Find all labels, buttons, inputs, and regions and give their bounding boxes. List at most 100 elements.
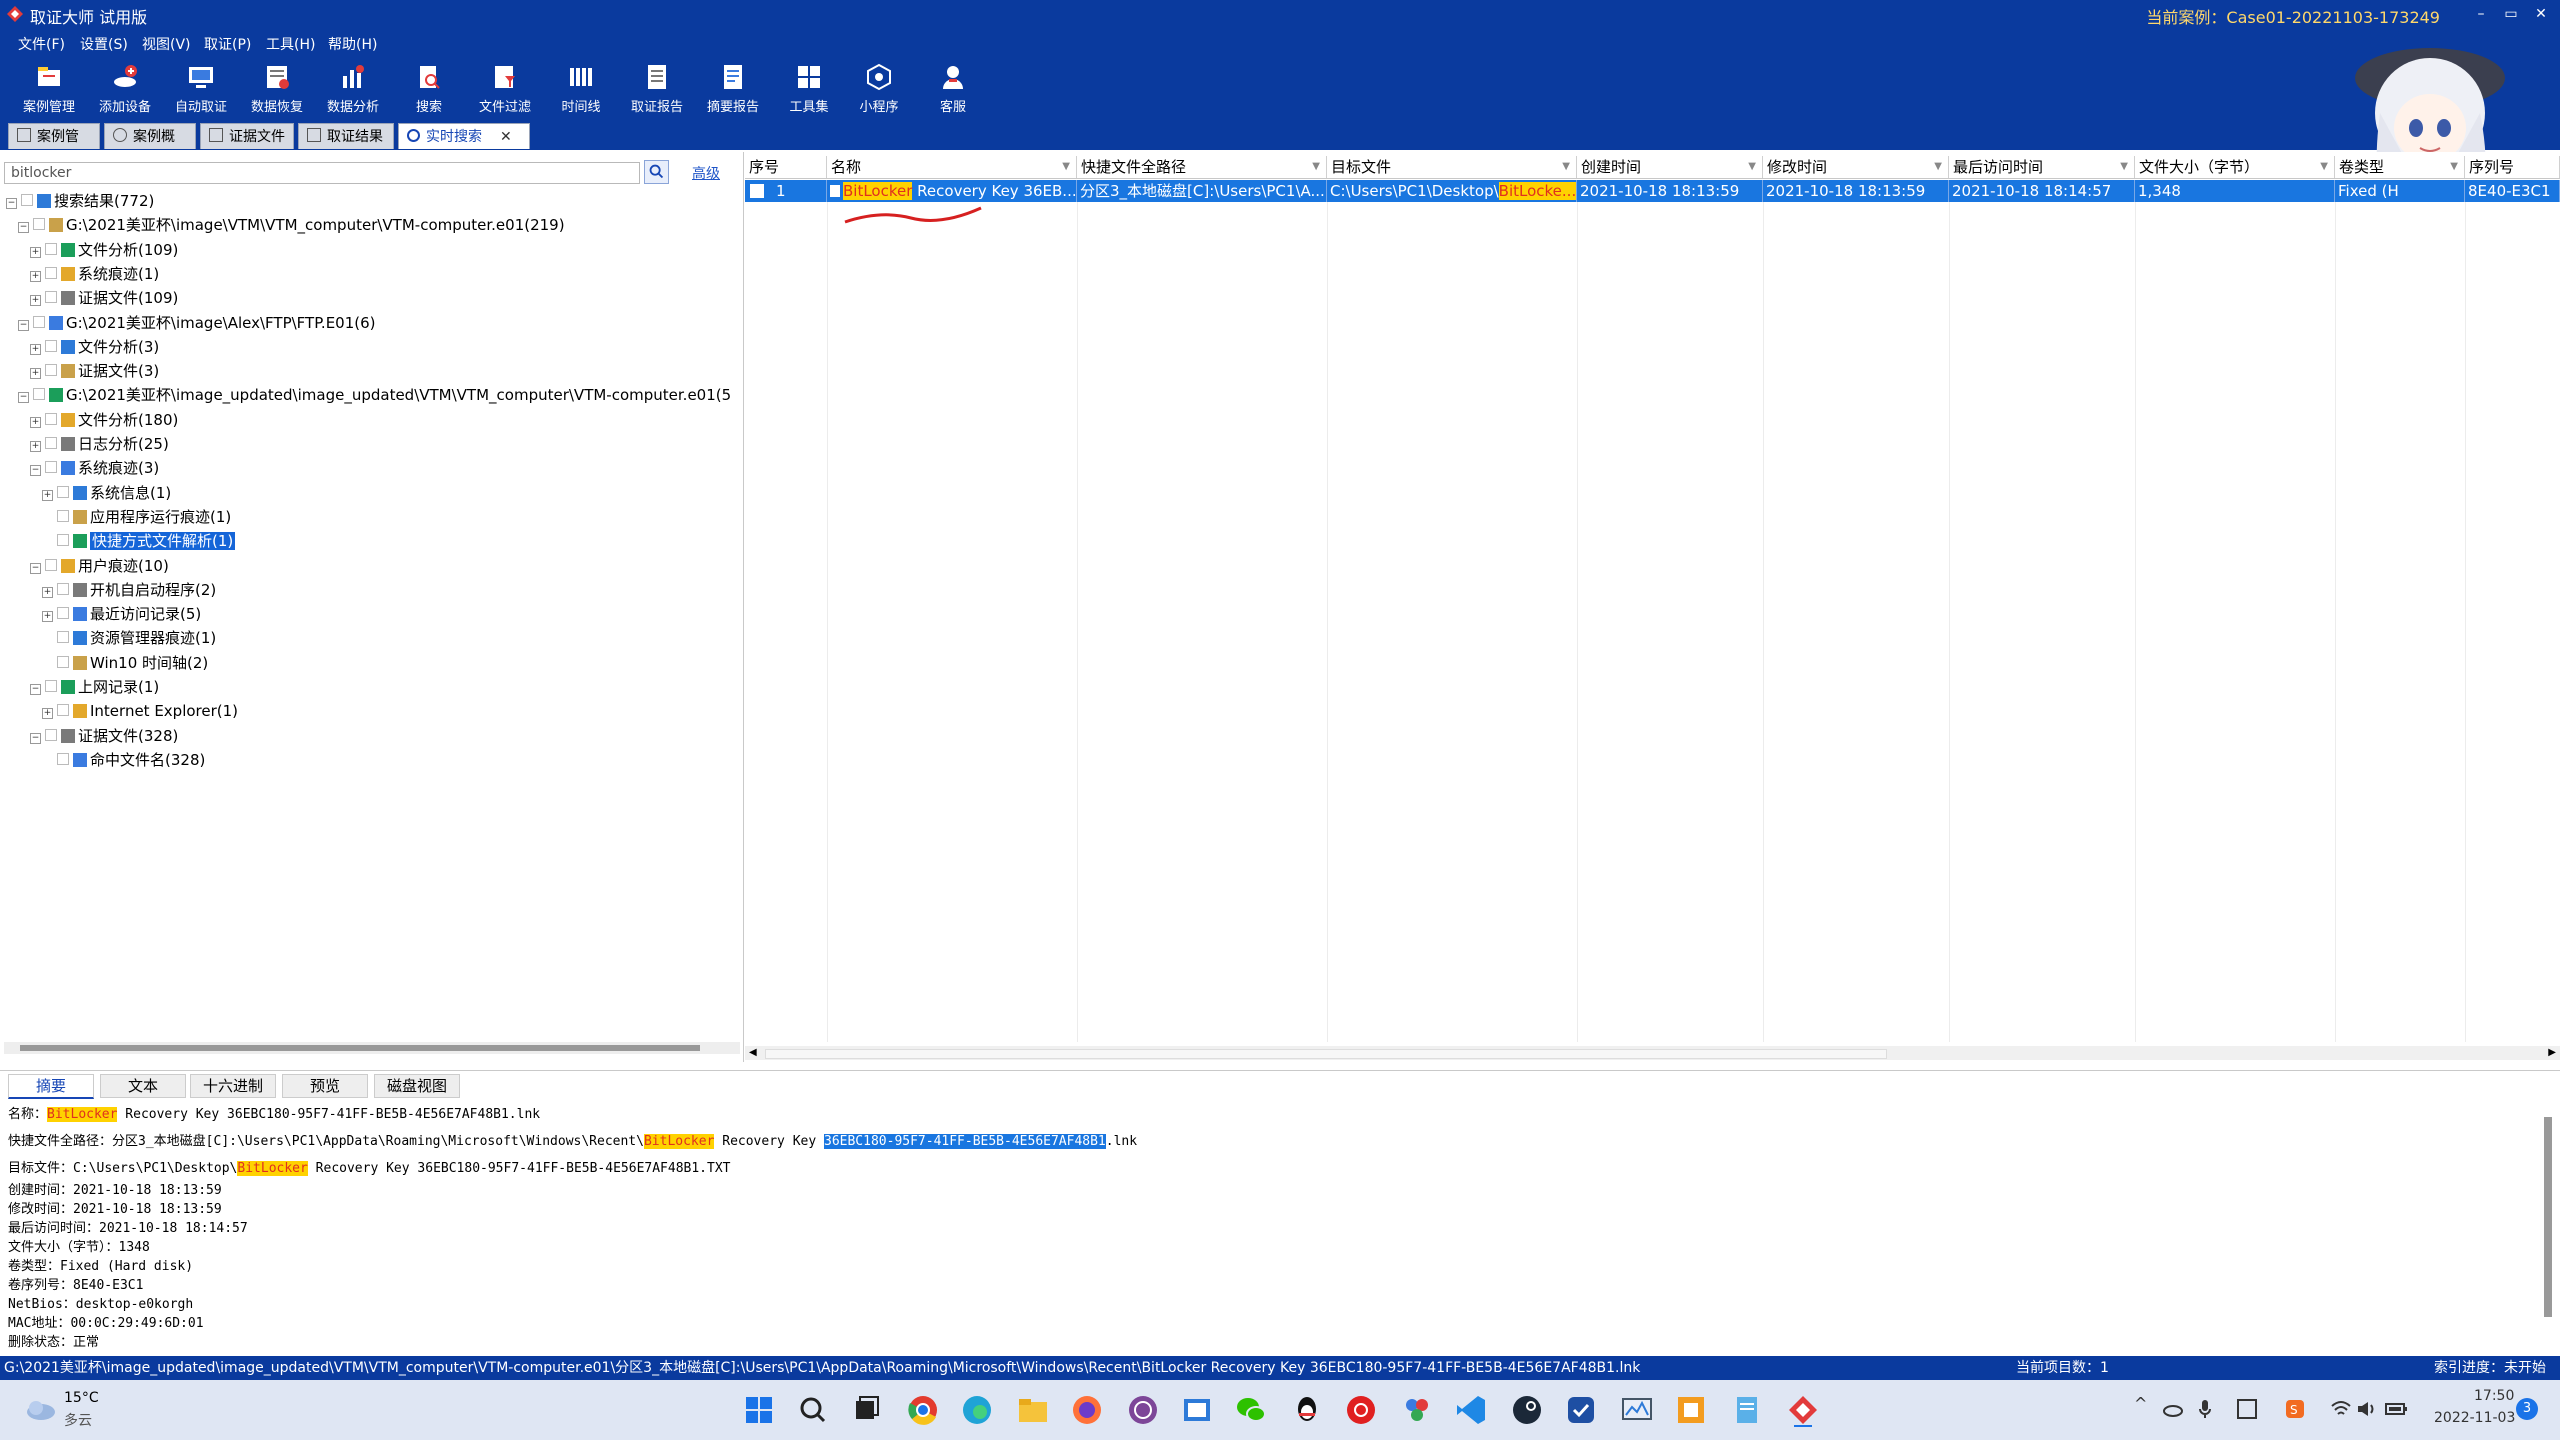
orange-app-icon[interactable] — [1674, 1393, 1708, 1427]
expand-icon[interactable]: + — [42, 611, 53, 623]
tab-hex[interactable]: 十六进制 — [190, 1074, 276, 1098]
notification-badge[interactable]: 3 — [2516, 1398, 2538, 1420]
scroll-thumb[interactable] — [20, 1045, 700, 1051]
toolset-button[interactable]: 工具集 — [774, 62, 844, 118]
ime-icon[interactable] — [2236, 1398, 2258, 1420]
app-window-icon[interactable] — [1180, 1393, 1214, 1427]
tab-realtime-search[interactable]: 实时搜索 ✕ — [398, 123, 530, 149]
collapse-icon[interactable]: − — [6, 198, 17, 209]
tab-evidence-files[interactable]: 证据文件 — [200, 123, 294, 149]
scroll-right-icon[interactable]: ▶ — [2548, 1046, 2556, 1060]
data-analysis-button[interactable]: 数据分析 — [318, 62, 388, 118]
row-target-cell[interactable]: C:\Users\PC1\Desktop\BitLocke... — [1327, 180, 1577, 202]
tree-checkbox[interactable] — [33, 218, 45, 231]
tree-node[interactable]: + 文件分析(109) — [30, 239, 178, 261]
collapse-icon[interactable]: − — [30, 562, 41, 574]
tree-checkbox[interactable] — [45, 728, 57, 741]
tree-checkbox[interactable] — [45, 558, 57, 571]
tree-node[interactable]: + 文件分析(180) — [30, 409, 178, 431]
file-filter-button[interactable]: 文件过滤 — [470, 62, 540, 118]
collapse-icon[interactable]: − — [30, 684, 41, 695]
tree-checkbox[interactable] — [45, 412, 57, 425]
tree-node[interactable]: + 系统信息(1) — [42, 482, 171, 504]
support-button[interactable]: 客服 — [918, 62, 988, 118]
tree-checkbox[interactable] — [57, 752, 69, 765]
expand-icon[interactable]: + — [42, 586, 53, 598]
tree-node[interactable]: − G:\2021美亚杯\image_updated\image_updated\… — [18, 384, 731, 406]
menu-file[interactable]: 文件(F) — [18, 34, 65, 54]
scroll-left-icon[interactable]: ◀ — [749, 1046, 757, 1060]
auto-forensics-button[interactable]: 自动取证 — [166, 62, 236, 118]
wifi-icon[interactable] — [2330, 1400, 2352, 1418]
tab-preview[interactable]: 预览 — [282, 1074, 368, 1098]
tree-node[interactable]: + 最近访问记录(5) — [42, 603, 201, 625]
tree-node[interactable]: − 证据文件(328) — [30, 725, 178, 747]
expand-icon[interactable]: + — [42, 708, 53, 720]
col-created-header[interactable]: 创建时间 ▼ — [1577, 156, 1763, 178]
expand-icon[interactable]: + — [42, 489, 53, 501]
chrome-icon[interactable] — [906, 1393, 940, 1427]
expand-icon[interactable]: + — [30, 441, 41, 452]
menu-settings[interactable]: 设置(S) — [80, 34, 128, 54]
detail-vertical-scrollbar[interactable] — [2544, 1117, 2552, 1317]
wechat-icon[interactable] — [1234, 1393, 1268, 1427]
tree-checkbox[interactable] — [57, 607, 69, 620]
tree-node[interactable]: + 系统痕迹(1) — [30, 263, 159, 285]
row-voltype-cell[interactable]: Fixed (H — [2335, 180, 2465, 202]
col-accessed-header[interactable]: 最后访问时间 ▼ — [1949, 156, 2135, 178]
tab-forensic-results[interactable]: 取证结果 — [298, 123, 394, 149]
search-button[interactable] — [644, 160, 669, 184]
col-modified-header[interactable]: 修改时间 ▼ — [1763, 156, 1949, 178]
tree-horizontal-scrollbar[interactable] — [4, 1042, 740, 1054]
tree-node[interactable]: − 用户痕迹(10) — [30, 555, 169, 577]
row-name-cell[interactable]: BitLocker Recovery Key 36EB... — [827, 180, 1077, 202]
firefox-icon[interactable] — [1070, 1393, 1104, 1427]
forensic-report-button[interactable]: 取证报告 — [622, 62, 692, 118]
tree-node[interactable]: 快捷方式文件解析(1) — [42, 530, 236, 552]
menu-view[interactable]: 视图(V) — [142, 34, 191, 54]
row-created-cell[interactable]: 2021-10-18 18:13:59 — [1577, 180, 1763, 202]
grid-horizontal-scrollbar[interactable]: ◀ ▶ — [745, 1046, 2560, 1060]
steam-icon[interactable] — [1510, 1393, 1544, 1427]
tree-checkbox[interactable] — [33, 388, 45, 401]
row-serial-cell[interactable]: 8E40-E3C1 — [2465, 180, 2560, 202]
row-accessed-cell[interactable]: 2021-10-18 18:14:57 — [1949, 180, 2135, 202]
row-path-cell[interactable]: 分区3_本地磁盘[C]:\Users\PC1\A... — [1077, 180, 1327, 202]
tree-node[interactable]: + 日志分析(25) — [30, 433, 169, 455]
row-modified-cell[interactable]: 2021-10-18 18:13:59 — [1763, 180, 1949, 202]
collapse-icon[interactable]: − — [18, 319, 29, 331]
tree-checkbox[interactable] — [57, 582, 69, 595]
search-tool-button[interactable]: 搜索 — [394, 62, 464, 118]
collapse-icon[interactable]: − — [18, 392, 29, 404]
tree-checkbox[interactable] — [57, 631, 69, 644]
collapse-icon[interactable]: − — [18, 222, 29, 234]
add-device-button[interactable]: 添加设备 — [90, 62, 160, 118]
netease-music-icon[interactable] — [1344, 1393, 1378, 1427]
clock-time[interactable]: 17:50 — [2474, 1388, 2514, 1404]
expand-icon[interactable]: + — [30, 270, 41, 282]
tree-checkbox[interactable] — [45, 364, 57, 377]
task-view-icon[interactable] — [850, 1393, 884, 1427]
tab-case-overview[interactable]: 案例概览 — [104, 123, 196, 171]
start-icon[interactable] — [742, 1393, 776, 1427]
tree-checkbox[interactable] — [45, 339, 57, 352]
tree-node[interactable]: Win10 时间轴(2) — [42, 652, 208, 674]
tree-checkbox[interactable] — [45, 680, 57, 692]
tree-node[interactable]: − G:\2021美亚杯\image\Alex\FTP\FTP.E01(6) — [18, 312, 376, 334]
menu-forensics[interactable]: 取证(P) — [204, 34, 251, 54]
sogou-input-icon[interactable]: S — [2284, 1398, 2306, 1420]
qq-icon[interactable] — [1290, 1393, 1324, 1427]
expand-icon[interactable]: + — [30, 416, 41, 428]
timeline-button[interactable]: 时间线 — [546, 62, 616, 118]
tree-checkbox[interactable] — [45, 266, 57, 279]
search-taskbar-icon[interactable] — [796, 1393, 830, 1427]
file-explorer-icon[interactable] — [1016, 1393, 1050, 1427]
row-size-cell[interactable]: 1,348 — [2135, 180, 2335, 202]
col-size-header[interactable]: 文件大小（字节） ▼ — [2135, 156, 2335, 178]
battery-icon[interactable] — [2384, 1400, 2408, 1418]
tree-checkbox[interactable] — [45, 437, 57, 449]
row-checkbox[interactable] — [750, 184, 764, 198]
selected-text[interactable]: 36EBC180-95F7-41FF-BE5B-4E56E7AF48B1 — [824, 1134, 1106, 1149]
onedrive-icon[interactable] — [2162, 1400, 2184, 1418]
col-name-header[interactable]: 名称 ▼ — [827, 156, 1077, 178]
